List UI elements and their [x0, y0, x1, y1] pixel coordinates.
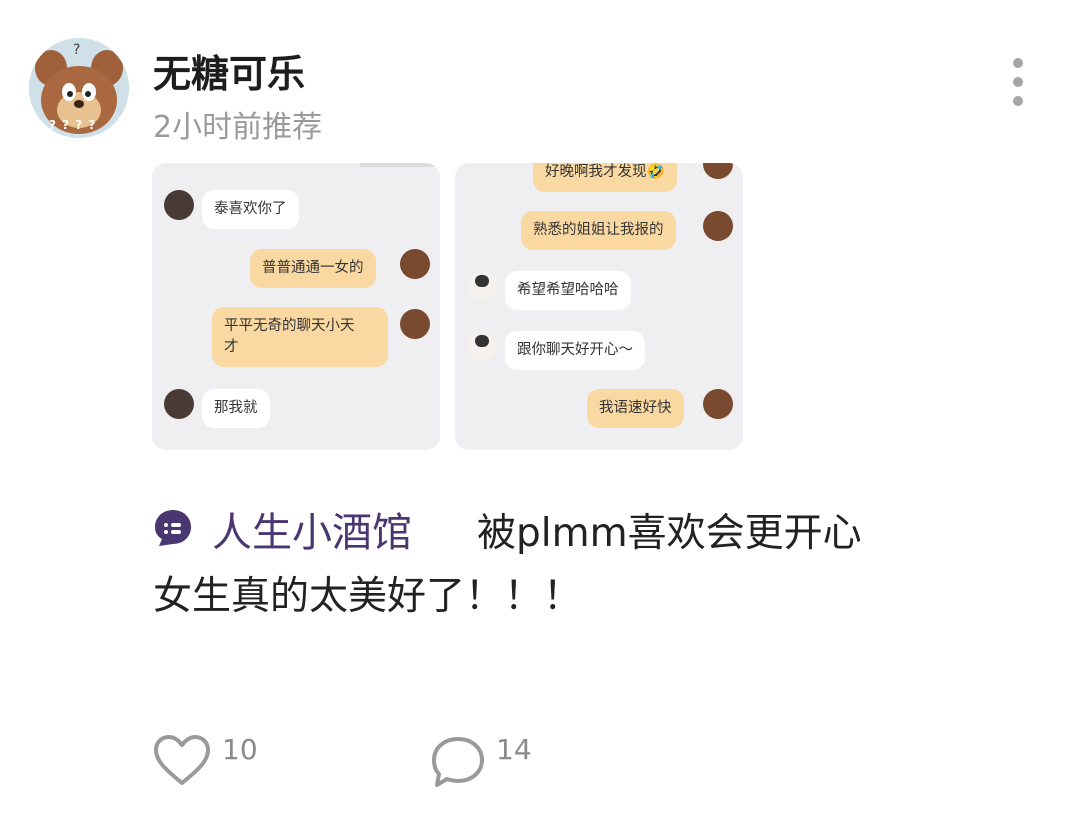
chat-message: 熟悉的姐姐让我报的	[521, 211, 676, 250]
post-image-1[interactable]: 泰喜欢你了 普普通通一女的 平平无奇的聊天小天 才 那我就	[152, 163, 440, 450]
comment-count: 14	[496, 733, 532, 766]
topic-tag[interactable]: 人生小酒馆	[212, 500, 412, 558]
like-count: 10	[222, 733, 258, 766]
chat-avatar	[164, 389, 194, 419]
svg-text:?: ?	[73, 42, 80, 58]
chat-avatar	[467, 331, 497, 361]
chat-message: 泰喜欢你了	[202, 190, 299, 229]
post-time: 2小时前推荐	[153, 110, 323, 145]
like-button[interactable]	[152, 733, 212, 787]
post-image-2[interactable]: 好晚啊我才发现🤣 熟悉的姐姐让我报的 希望希望哈哈哈 跟你聊天好开心～ 我语速好…	[455, 163, 743, 450]
author-avatar[interactable]: ? ? ? ? ?	[29, 38, 129, 138]
more-options-button[interactable]	[1000, 52, 1036, 112]
chat-bubble-topic-icon	[153, 508, 193, 548]
chat-message: 普普通通一女的	[250, 249, 376, 288]
chat-avatar	[400, 249, 430, 279]
chat-avatar	[467, 271, 497, 301]
chat-top-fragment	[360, 163, 440, 167]
chat-avatar	[703, 163, 733, 179]
chat-avatar	[703, 389, 733, 419]
author-name[interactable]: 无糖可乐	[153, 43, 305, 98]
chat-avatar	[703, 211, 733, 241]
chat-message: 那我就	[202, 389, 270, 428]
comment-icon	[432, 737, 484, 787]
post-text-line-2: 女生真的太美好了！！！	[153, 574, 583, 619]
chat-message: 我语速好快	[587, 389, 684, 428]
chat-message: 希望希望哈哈哈	[505, 271, 631, 310]
chat-avatar	[400, 309, 430, 339]
post-text-line-1: 被plmm喜欢会更开心	[477, 511, 862, 556]
avatar-question-marks: ? ? ? ?	[49, 118, 97, 132]
chat-avatar	[164, 190, 194, 220]
chat-message: 平平无奇的聊天小天 才	[212, 307, 388, 367]
comment-button[interactable]	[428, 733, 488, 791]
chat-message: 好晚啊我才发现🤣	[533, 163, 677, 192]
chat-message: 跟你聊天好开心～	[505, 331, 645, 370]
heart-icon	[154, 735, 210, 785]
